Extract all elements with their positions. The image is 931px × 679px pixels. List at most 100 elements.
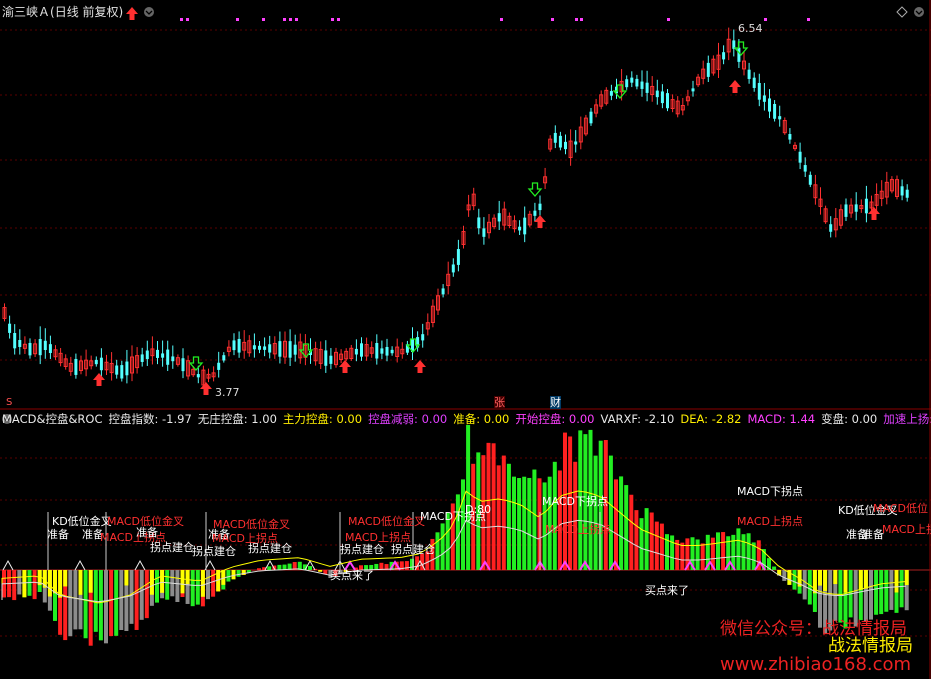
macd-bar bbox=[104, 570, 108, 644]
candle-down bbox=[722, 52, 726, 60]
control-bar bbox=[858, 570, 863, 590]
macd-bar bbox=[17, 570, 22, 595]
macd-bar bbox=[190, 570, 195, 607]
candle-down bbox=[497, 213, 501, 222]
candle-down bbox=[196, 374, 200, 378]
macd-bar bbox=[109, 570, 114, 637]
macd-bar bbox=[619, 476, 624, 570]
macd-bar bbox=[277, 564, 282, 570]
macd-bar bbox=[73, 570, 78, 630]
macd-bar bbox=[226, 570, 231, 582]
candle-down bbox=[737, 47, 741, 62]
macd-down-turn-label: MACD下拐点 bbox=[542, 495, 608, 508]
turn-build-label: 拐点建仓 bbox=[391, 543, 435, 556]
candle-down bbox=[13, 333, 17, 349]
macd-bar bbox=[491, 443, 496, 570]
macd-bar bbox=[119, 570, 124, 631]
candle-down bbox=[48, 344, 52, 354]
signal-dot bbox=[283, 18, 286, 21]
grid-lines bbox=[0, 29, 931, 637]
settings-icon bbox=[914, 7, 924, 17]
candle-down bbox=[553, 132, 557, 143]
marker-cai: 财 bbox=[550, 396, 561, 409]
macd-bar bbox=[527, 477, 532, 570]
macd-bar bbox=[114, 570, 119, 636]
candle-down bbox=[762, 95, 766, 102]
indicator-name[interactable]: MACD&控盘&ROC bbox=[2, 412, 102, 426]
macd-bar bbox=[12, 570, 17, 601]
signal-dot bbox=[337, 18, 340, 21]
macd-bar bbox=[659, 523, 664, 570]
macd-bar bbox=[782, 570, 787, 581]
chart-title: 渝三峡Ａ(日线 前复权) bbox=[2, 4, 123, 20]
diamond-icon bbox=[896, 6, 908, 18]
indicator-item: 准备: 0.00 bbox=[453, 412, 510, 426]
high-price-label: 6.54 bbox=[738, 22, 763, 35]
macd-bar bbox=[440, 523, 445, 570]
period-label: (日线 前复权) bbox=[50, 5, 124, 19]
candle-down bbox=[635, 78, 639, 87]
candle-down bbox=[390, 349, 394, 354]
candle-down bbox=[456, 249, 460, 265]
candle-down bbox=[385, 346, 389, 356]
candle-down bbox=[844, 204, 848, 217]
candle-down bbox=[74, 358, 78, 375]
candle-down bbox=[518, 226, 522, 231]
candle-down bbox=[161, 353, 165, 358]
control-bar bbox=[833, 570, 838, 585]
candle-down bbox=[38, 339, 42, 356]
indicator-item: VARXF: -2.10 bbox=[600, 412, 675, 426]
indicator-header: MACD&控盘&ROC 控盘指数: -1.97 无庄控盘: 1.00 主力控盘: 0.… bbox=[2, 411, 931, 427]
macd-bar bbox=[899, 570, 904, 608]
kd-triangle bbox=[2, 559, 14, 571]
candle-down bbox=[99, 357, 103, 371]
watermark-url: www.zhibiao168.com bbox=[720, 654, 912, 675]
signal-dot bbox=[500, 18, 503, 21]
control-bar bbox=[894, 570, 899, 593]
candle-down bbox=[451, 264, 455, 273]
macd-bar bbox=[134, 570, 139, 630]
candle-down bbox=[18, 340, 22, 347]
marker-left: S bbox=[6, 397, 13, 408]
macd-bar bbox=[654, 521, 659, 570]
signal-dot bbox=[331, 18, 334, 21]
signal-dot bbox=[575, 18, 578, 21]
control-bar bbox=[180, 570, 185, 594]
main-signals bbox=[93, 7, 880, 395]
candle-down bbox=[798, 151, 802, 163]
control-bar bbox=[78, 570, 83, 595]
up-arrow-icon bbox=[414, 360, 426, 373]
turn-build-label: 拐点建仓 bbox=[192, 545, 236, 558]
candle-down bbox=[905, 189, 909, 198]
macd-bar bbox=[512, 476, 516, 570]
down-arrow-icon bbox=[188, 356, 204, 371]
macd-down-turn-label: MACD下拐点 bbox=[420, 510, 486, 523]
macd-bar bbox=[466, 424, 471, 570]
candle-down bbox=[854, 204, 858, 212]
candle-down bbox=[360, 343, 363, 357]
macd-bar bbox=[807, 570, 812, 605]
macd-bar bbox=[32, 570, 37, 600]
macd-bar bbox=[308, 566, 312, 570]
control-bar bbox=[231, 570, 236, 580]
macd-bar bbox=[175, 570, 180, 602]
turn-build-label: 拐点建仓 bbox=[248, 542, 292, 555]
macd-bar bbox=[593, 455, 598, 570]
candle-down bbox=[640, 81, 644, 89]
macd-bar bbox=[236, 570, 241, 577]
control-bar bbox=[904, 570, 909, 586]
macd-bar bbox=[869, 570, 873, 620]
candle-down bbox=[145, 350, 149, 360]
candle-down bbox=[864, 198, 868, 214]
candle-down bbox=[252, 345, 256, 350]
macd-bar bbox=[889, 570, 894, 610]
macd-bar bbox=[552, 461, 557, 570]
indicator-item: 主力控盘: 0.00 bbox=[282, 412, 363, 426]
candle-down bbox=[829, 224, 833, 232]
candle-down bbox=[288, 341, 292, 358]
candle-down bbox=[278, 341, 282, 357]
indicator-item: 变盘: 0.00 bbox=[821, 412, 878, 426]
stock-name: 渝三峡Ａ bbox=[2, 5, 51, 19]
signal-dot bbox=[180, 18, 183, 21]
chart-canvas[interactable] bbox=[0, 0, 931, 679]
